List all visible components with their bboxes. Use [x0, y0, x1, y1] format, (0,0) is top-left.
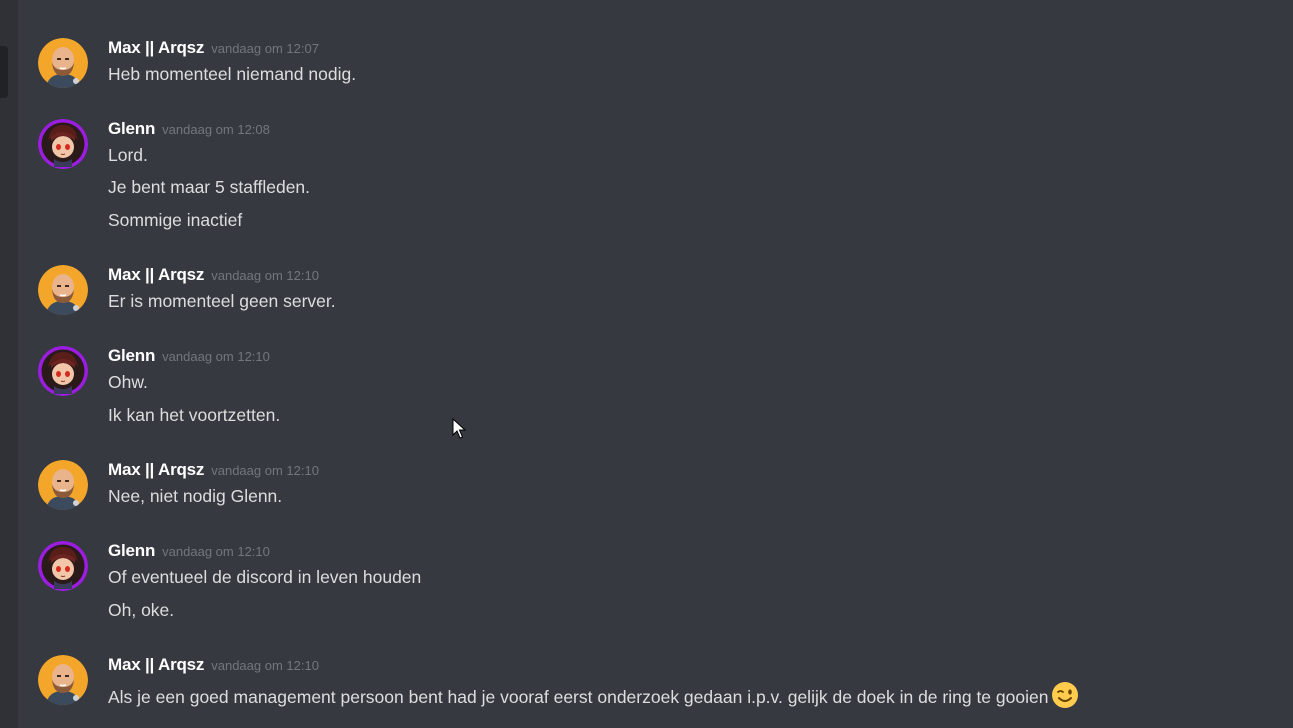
timestamp[interactable]: vandaag om 12:10	[211, 463, 319, 478]
timestamp[interactable]: vandaag om 12:10	[162, 349, 270, 364]
bald-man-avatar-icon	[38, 460, 88, 510]
bald-man-avatar-icon	[38, 38, 88, 88]
message-text: Als je een goed management persoon bent …	[108, 687, 1049, 707]
message-header: Max || Arqsz vandaag om 12:10	[108, 655, 319, 677]
avatar-max[interactable]	[38, 265, 88, 315]
timestamp[interactable]: vandaag om 12:10	[162, 544, 270, 559]
sidebar-scrollbar[interactable]	[0, 46, 8, 98]
message-text-line: Als je een goed management persoon bent …	[108, 681, 1079, 714]
discord-chat-window: Max || Arqsz vandaag om 12:07 Heb momente…	[0, 0, 1293, 728]
username[interactable]: Glenn	[108, 346, 155, 365]
avatar-glenn[interactable]	[38, 119, 88, 169]
message-header: Max || Arqsz vandaag om 12:07	[108, 38, 319, 60]
message-text: Lord.	[108, 145, 148, 165]
username[interactable]: Glenn	[108, 541, 155, 560]
avatar-glenn[interactable]	[38, 346, 88, 396]
bald-man-avatar-icon	[38, 655, 88, 705]
message-header: Glenn vandaag om 12:10	[108, 346, 270, 368]
message-text: Je bent maar 5 staffleden.	[108, 177, 311, 197]
timestamp[interactable]: vandaag om 12:08	[162, 122, 270, 137]
anime-character-avatar-icon	[38, 346, 88, 396]
username[interactable]: Max || Arqsz	[108, 38, 204, 57]
timestamp[interactable]: vandaag om 12:10	[211, 268, 319, 283]
username[interactable]: Glenn	[108, 119, 155, 138]
server-sidebar-edge	[0, 0, 18, 728]
message-list: Max || Arqsz vandaag om 12:07 Heb momente…	[18, 0, 1293, 728]
message-text: Heb momenteel niemand nodig.	[108, 64, 357, 84]
username[interactable]: Max || Arqsz	[108, 655, 204, 674]
message-header: Max || Arqsz vandaag om 12:10	[108, 460, 319, 482]
message-text: Er is momenteel geen server.	[108, 291, 336, 311]
avatar-glenn[interactable]	[38, 541, 88, 591]
message-text: Ik kan het voortzetten.	[108, 405, 281, 425]
username[interactable]: Max || Arqsz	[108, 460, 204, 479]
message-text: Oh, oke.	[108, 600, 175, 620]
bald-man-avatar-icon	[38, 265, 88, 315]
anime-character-avatar-icon	[38, 119, 88, 169]
timestamp[interactable]: vandaag om 12:10	[211, 658, 319, 673]
message-text: Nee, niet nodig Glenn.	[108, 486, 283, 506]
mouse-pointer-icon	[452, 418, 466, 439]
avatar-max[interactable]	[38, 38, 88, 88]
message-text: Ohw.	[108, 372, 148, 392]
timestamp[interactable]: vandaag om 12:07	[211, 41, 319, 56]
message-text: Of eventueel de discord in leven houden	[108, 567, 422, 587]
message-header: Glenn vandaag om 12:08	[108, 119, 270, 141]
username[interactable]: Max || Arqsz	[108, 265, 204, 284]
message-text: Sommige inactief	[108, 210, 243, 230]
avatar-max[interactable]	[38, 460, 88, 510]
winking-face-emoji-icon[interactable]	[1051, 681, 1079, 714]
avatar-max[interactable]	[38, 655, 88, 705]
anime-character-avatar-icon	[38, 541, 88, 591]
message-header: Max || Arqsz vandaag om 12:10	[108, 265, 319, 287]
message-header: Glenn vandaag om 12:10	[108, 541, 270, 563]
